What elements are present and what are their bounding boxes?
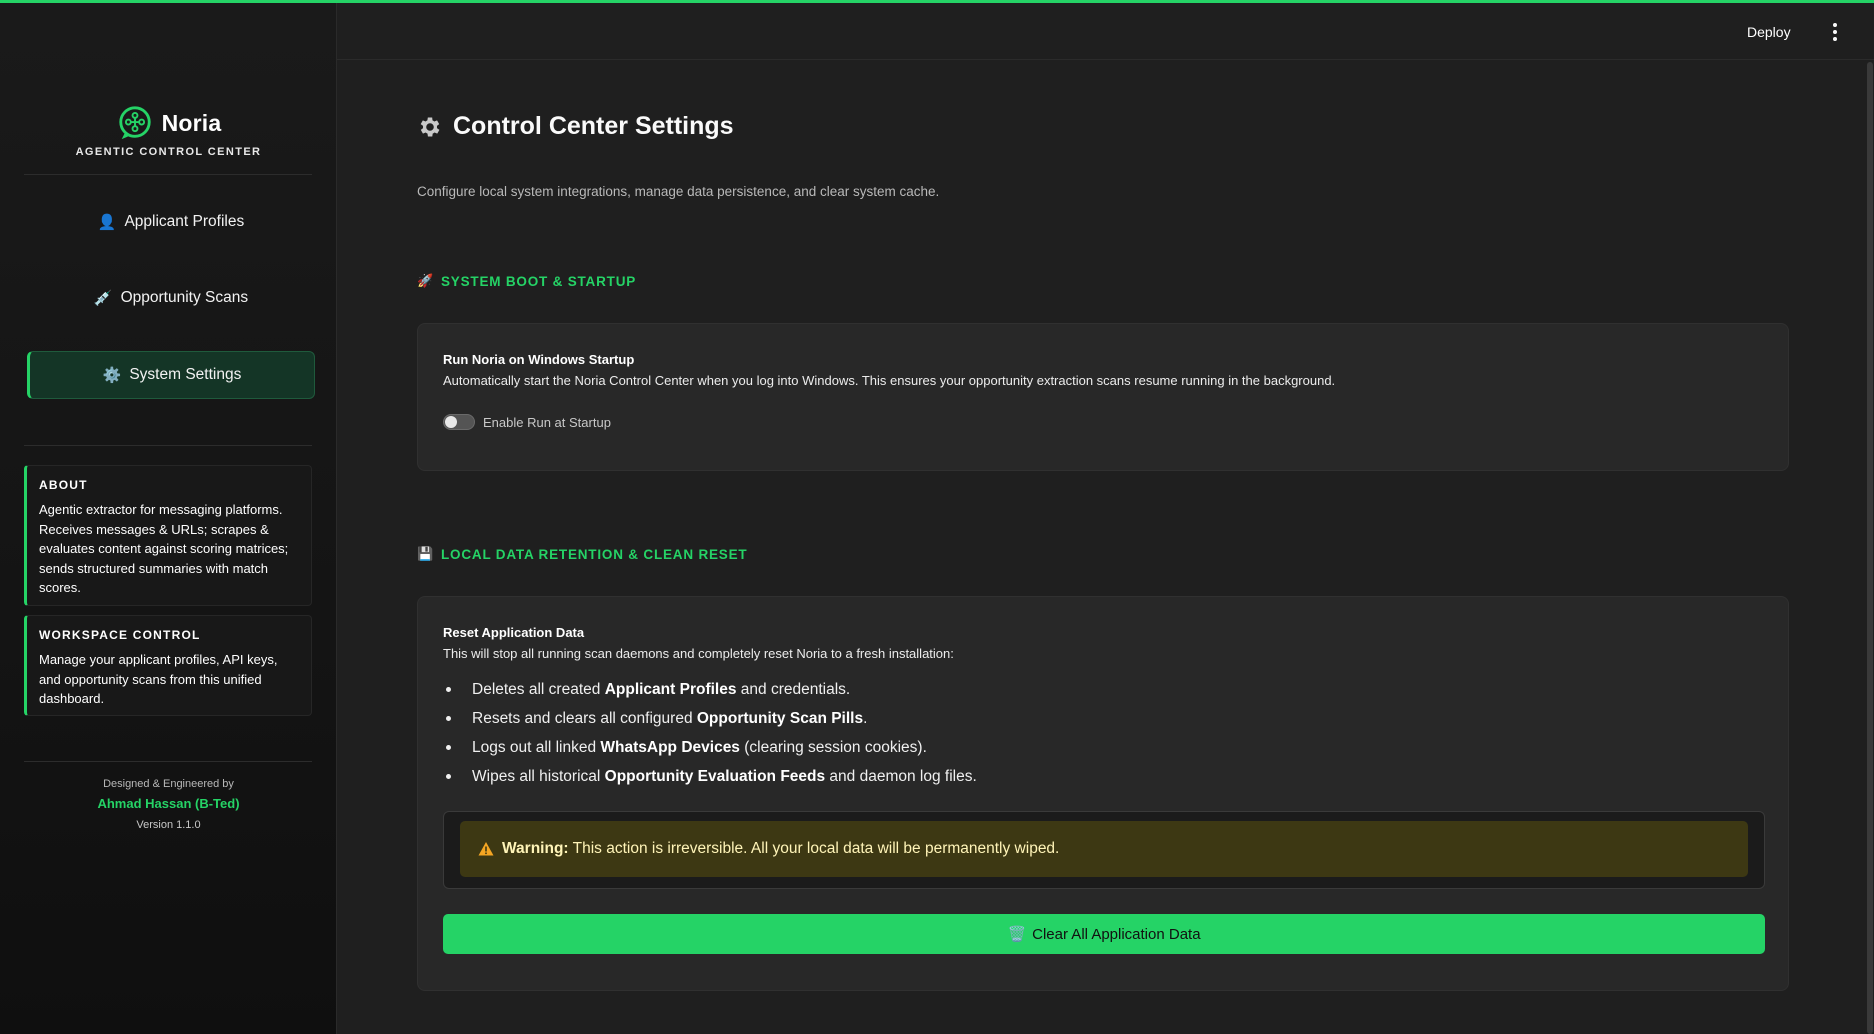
warning-text: This action is irreversible. All your lo… xyxy=(568,840,1060,857)
section-heading-startup: 🚀 SYSTEM BOOT & STARTUP xyxy=(417,273,636,289)
syringe-icon: 💉 xyxy=(93,290,113,307)
setting-description: This will stop all running scan daemons … xyxy=(443,646,954,661)
clear-all-data-label: Clear All Application Data xyxy=(1032,925,1201,943)
credits-author: Ahmad Hassan (B-Ted) xyxy=(97,796,240,811)
top-accent-bar xyxy=(0,0,1874,3)
warning-alert: Warning: This action is irreversible. Al… xyxy=(460,821,1748,877)
warning-triangle-icon xyxy=(478,842,494,856)
section-heading-text: LOCAL DATA RETENTION & CLEAN RESET xyxy=(441,546,748,562)
noria-logo-icon xyxy=(118,106,151,140)
sidebar-item-system-settings[interactable]: ⚙️ System Settings xyxy=(27,351,315,399)
list-item: Deletes all created Applicant Profiles a… xyxy=(443,675,977,704)
credits-line: Designed & Engineered by xyxy=(103,778,234,790)
about-card: ABOUT Agentic extractor for messaging pl… xyxy=(24,465,312,606)
startup-card: Run Noria on Windows Startup Automatical… xyxy=(417,323,1789,471)
reset-data-card: Reset Application Data This will stop al… xyxy=(417,596,1789,991)
list-item: Resets and clears all configured Opportu… xyxy=(443,704,977,733)
warning-label: Warning: xyxy=(502,840,569,857)
warning-container: Warning: This action is irreversible. Al… xyxy=(443,811,1765,889)
page-title: Control Center Settings xyxy=(417,112,734,141)
trash-icon: 🗑️ xyxy=(1007,926,1027,943)
workspace-title: WORKSPACE CONTROL xyxy=(39,628,201,642)
gear-icon: ⚙️ xyxy=(102,367,122,384)
run-at-startup-toggle-row[interactable]: Enable Run at Startup xyxy=(443,414,611,430)
rocket-icon: 🚀 xyxy=(417,273,434,288)
section-heading-text: SYSTEM BOOT & STARTUP xyxy=(441,273,637,289)
setting-title: Run Noria on Windows Startup xyxy=(443,352,635,367)
about-text: Agentic extractor for messaging platform… xyxy=(39,502,289,595)
page-description: Configure local system integrations, man… xyxy=(417,184,940,199)
app-version: Version 1.1.0 xyxy=(136,819,201,831)
sidebar-divider xyxy=(24,174,312,175)
sidebar-item-opportunity-scans[interactable]: 💉 Opportunity Scans xyxy=(27,274,315,322)
sidebar-divider xyxy=(24,445,312,446)
brand-subtitle: AGENTIC CONTROL CENTER xyxy=(75,146,262,158)
scrollbar[interactable] xyxy=(1867,62,1873,1034)
gear-icon xyxy=(420,116,440,137)
about-title: ABOUT xyxy=(39,478,88,492)
brand-name: Noria xyxy=(161,109,222,136)
workspace-control-card: WORKSPACE CONTROL Manage your applicant … xyxy=(24,615,312,716)
setting-description: Automatically start the Noria Control Ce… xyxy=(443,373,1336,388)
sidebar-item-label: System Settings xyxy=(129,366,242,383)
sidebar: Noria AGENTIC CONTROL CENTER 👤 Applicant… xyxy=(0,0,337,1034)
list-item: Logs out all linked WhatsApp Devices (cl… xyxy=(443,733,977,762)
floppy-disk-icon: 💾 xyxy=(417,546,434,561)
sidebar-item-label: Opportunity Scans xyxy=(120,289,249,306)
credits: Designed & Engineered by Ahmad Hassan (B… xyxy=(0,778,337,831)
setting-title: Reset Application Data xyxy=(443,625,585,640)
sidebar-item-label: Applicant Profiles xyxy=(124,213,245,230)
sidebar-item-applicant-profiles[interactable]: 👤 Applicant Profiles xyxy=(27,198,315,246)
toggle-label: Enable Run at Startup xyxy=(483,414,611,430)
user-icon: 👤 xyxy=(97,214,117,231)
workspace-text: Manage your applicant profiles, API keys… xyxy=(39,652,278,706)
more-vertical-icon[interactable] xyxy=(1825,20,1845,44)
deploy-button[interactable]: Deploy xyxy=(1747,24,1791,40)
page-title-text: Control Center Settings xyxy=(453,112,734,140)
list-item: Wipes all historical Opportunity Evaluat… xyxy=(443,762,977,791)
clear-all-data-button[interactable]: 🗑️ Clear All Application Data xyxy=(443,914,1765,954)
app-header: Deploy xyxy=(337,0,1874,60)
run-at-startup-toggle[interactable] xyxy=(443,414,475,430)
section-heading-retention: 💾 LOCAL DATA RETENTION & CLEAN RESET xyxy=(417,546,747,562)
reset-effects-list: Deletes all created Applicant Profiles a… xyxy=(443,675,977,791)
brand: Noria AGENTIC CONTROL CENTER xyxy=(0,104,337,158)
sidebar-divider xyxy=(24,761,312,762)
